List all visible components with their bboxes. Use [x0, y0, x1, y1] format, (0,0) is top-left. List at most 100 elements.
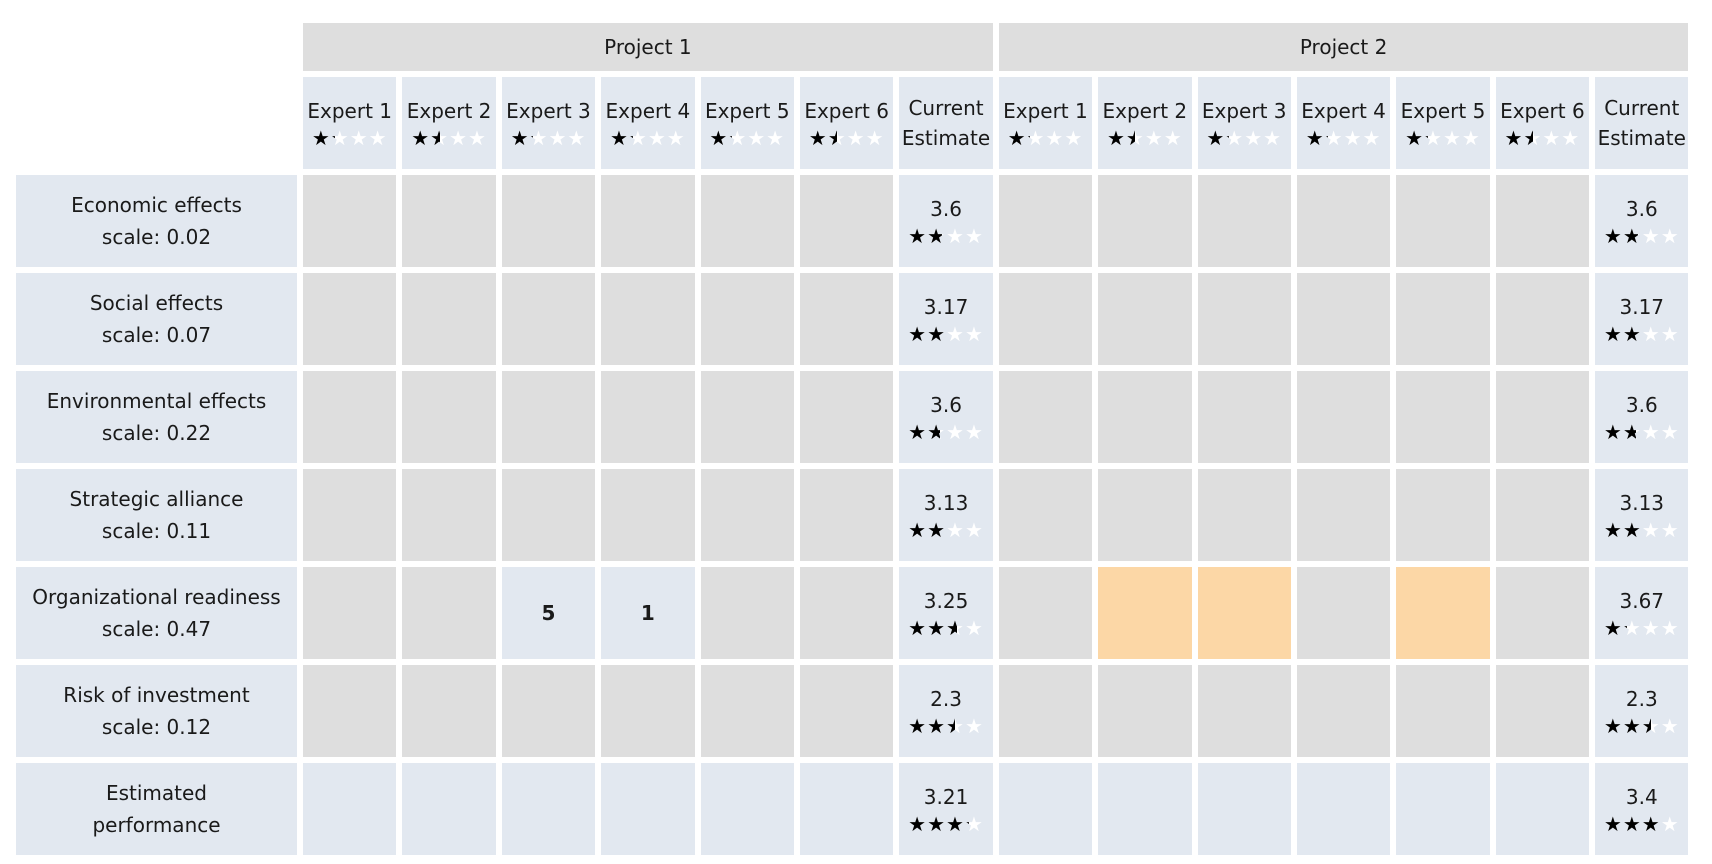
score-cell[interactable] — [700, 273, 794, 365]
score-cell[interactable] — [799, 273, 894, 365]
expert-header[interactable]: Expert 6 ★★★★★★★★ — [799, 77, 894, 169]
score-cell[interactable] — [700, 371, 794, 463]
expert-header[interactable]: Expert 1 ★★★★★★★★ — [998, 77, 1093, 169]
score-cell[interactable] — [1495, 567, 1590, 659]
criterion-name: Organizational readiness — [32, 585, 281, 609]
score-cell[interactable] — [1098, 273, 1192, 365]
expert-header[interactable]: Expert 4 ★★★★★★★★ — [601, 77, 695, 169]
score-cell[interactable] — [799, 371, 894, 463]
score-cell[interactable] — [402, 273, 496, 365]
score-cell[interactable] — [799, 763, 894, 855]
score-cell[interactable] — [303, 371, 397, 463]
score-cell[interactable] — [501, 665, 596, 757]
score-cell[interactable] — [1197, 175, 1291, 267]
score-cell[interactable] — [998, 175, 1093, 267]
score-cell[interactable] — [799, 175, 894, 267]
score-cell[interactable] — [303, 469, 397, 561]
score-cell[interactable] — [501, 371, 596, 463]
score-cell[interactable] — [998, 469, 1093, 561]
score-cell[interactable] — [402, 665, 496, 757]
score-cell[interactable] — [1495, 273, 1590, 365]
score-cell[interactable] — [998, 763, 1093, 855]
expert-header[interactable]: Expert 3 ★★★★★★★★ — [501, 77, 596, 169]
score-cell[interactable] — [303, 763, 397, 855]
score-cell[interactable] — [1495, 665, 1590, 757]
score-cell[interactable] — [601, 273, 695, 365]
score-cell[interactable] — [501, 175, 596, 267]
score-cell[interactable] — [1098, 665, 1192, 757]
score-cell[interactable]: 5 — [501, 567, 596, 659]
score-cell[interactable] — [1197, 273, 1291, 365]
score-cell[interactable] — [1495, 175, 1590, 267]
score-cell[interactable] — [1098, 175, 1192, 267]
score-cell[interactable] — [303, 665, 397, 757]
expert-header[interactable]: Expert 2 ★★★★★★★★ — [402, 77, 496, 169]
score-cell[interactable] — [601, 175, 695, 267]
score-cell[interactable] — [700, 665, 794, 757]
score-cell[interactable] — [1396, 469, 1490, 561]
score-cell[interactable] — [402, 469, 496, 561]
expert-header[interactable]: Expert 6 ★★★★★★★★ — [1495, 77, 1590, 169]
score-cell[interactable] — [303, 273, 397, 365]
score-cell[interactable] — [1396, 763, 1490, 855]
score-cell[interactable]: 1 — [601, 567, 695, 659]
expert-header[interactable]: Expert 5 ★★★★★★★★ — [1396, 77, 1490, 169]
score-cell[interactable] — [1296, 175, 1391, 267]
score-cell[interactable] — [601, 469, 695, 561]
score-cell[interactable] — [601, 371, 695, 463]
score-cell[interactable] — [998, 567, 1093, 659]
score-cell[interactable] — [1296, 567, 1391, 659]
score-cell[interactable] — [700, 763, 794, 855]
star-rating: ★★★★★★★★ — [1604, 616, 1680, 640]
score-cell[interactable] — [1296, 273, 1391, 365]
score-cell[interactable] — [501, 763, 596, 855]
score-cell[interactable] — [700, 469, 794, 561]
score-cell[interactable] — [402, 763, 496, 855]
score-cell[interactable] — [402, 175, 496, 267]
score-cell[interactable] — [1396, 665, 1490, 757]
score-cell[interactable] — [1197, 763, 1291, 855]
score-cell[interactable] — [799, 469, 894, 561]
filled-stars-icon: ★★★★ — [1405, 126, 1428, 150]
score-cell[interactable] — [1197, 469, 1291, 561]
score-cell[interactable] — [1197, 371, 1291, 463]
score-cell[interactable] — [1495, 763, 1590, 855]
score-cell[interactable] — [998, 273, 1093, 365]
score-cell[interactable] — [402, 567, 496, 659]
score-cell[interactable] — [501, 469, 596, 561]
expert-header[interactable]: Expert 5 ★★★★★★★★ — [700, 77, 794, 169]
score-cell[interactable] — [700, 567, 794, 659]
score-cell[interactable] — [601, 665, 695, 757]
score-cell[interactable] — [1098, 567, 1192, 659]
expert-header[interactable]: Expert 1 ★★★★★★★★ — [303, 77, 397, 169]
score-cell[interactable] — [1396, 567, 1490, 659]
score-cell[interactable] — [1098, 763, 1192, 855]
score-cell[interactable] — [799, 665, 894, 757]
score-cell[interactable] — [303, 567, 397, 659]
score-cell[interactable] — [1495, 469, 1590, 561]
filled-stars-icon: ★★★★ — [1603, 714, 1651, 738]
score-cell[interactable] — [998, 665, 1093, 757]
score-cell[interactable] — [601, 763, 695, 855]
score-cell[interactable] — [1098, 469, 1192, 561]
expert-header[interactable]: Expert 4 ★★★★★★★★ — [1296, 77, 1391, 169]
score-cell[interactable] — [799, 567, 894, 659]
score-cell[interactable] — [1495, 371, 1590, 463]
score-cell[interactable] — [1296, 469, 1391, 561]
score-cell[interactable] — [501, 273, 596, 365]
score-cell[interactable] — [303, 175, 397, 267]
score-cell[interactable] — [1396, 371, 1490, 463]
expert-header[interactable]: Expert 2 ★★★★★★★★ — [1098, 77, 1192, 169]
score-cell[interactable] — [1296, 763, 1391, 855]
score-cell[interactable] — [700, 175, 794, 267]
score-cell[interactable] — [1396, 273, 1490, 365]
score-cell[interactable] — [1197, 567, 1291, 659]
score-cell[interactable] — [1296, 371, 1391, 463]
expert-header[interactable]: Expert 3 ★★★★★★★★ — [1197, 77, 1291, 169]
score-cell[interactable] — [998, 371, 1093, 463]
score-cell[interactable] — [1197, 665, 1291, 757]
score-cell[interactable] — [1396, 175, 1490, 267]
score-cell[interactable] — [1098, 371, 1192, 463]
score-cell[interactable] — [402, 371, 496, 463]
score-cell[interactable] — [1296, 665, 1391, 757]
